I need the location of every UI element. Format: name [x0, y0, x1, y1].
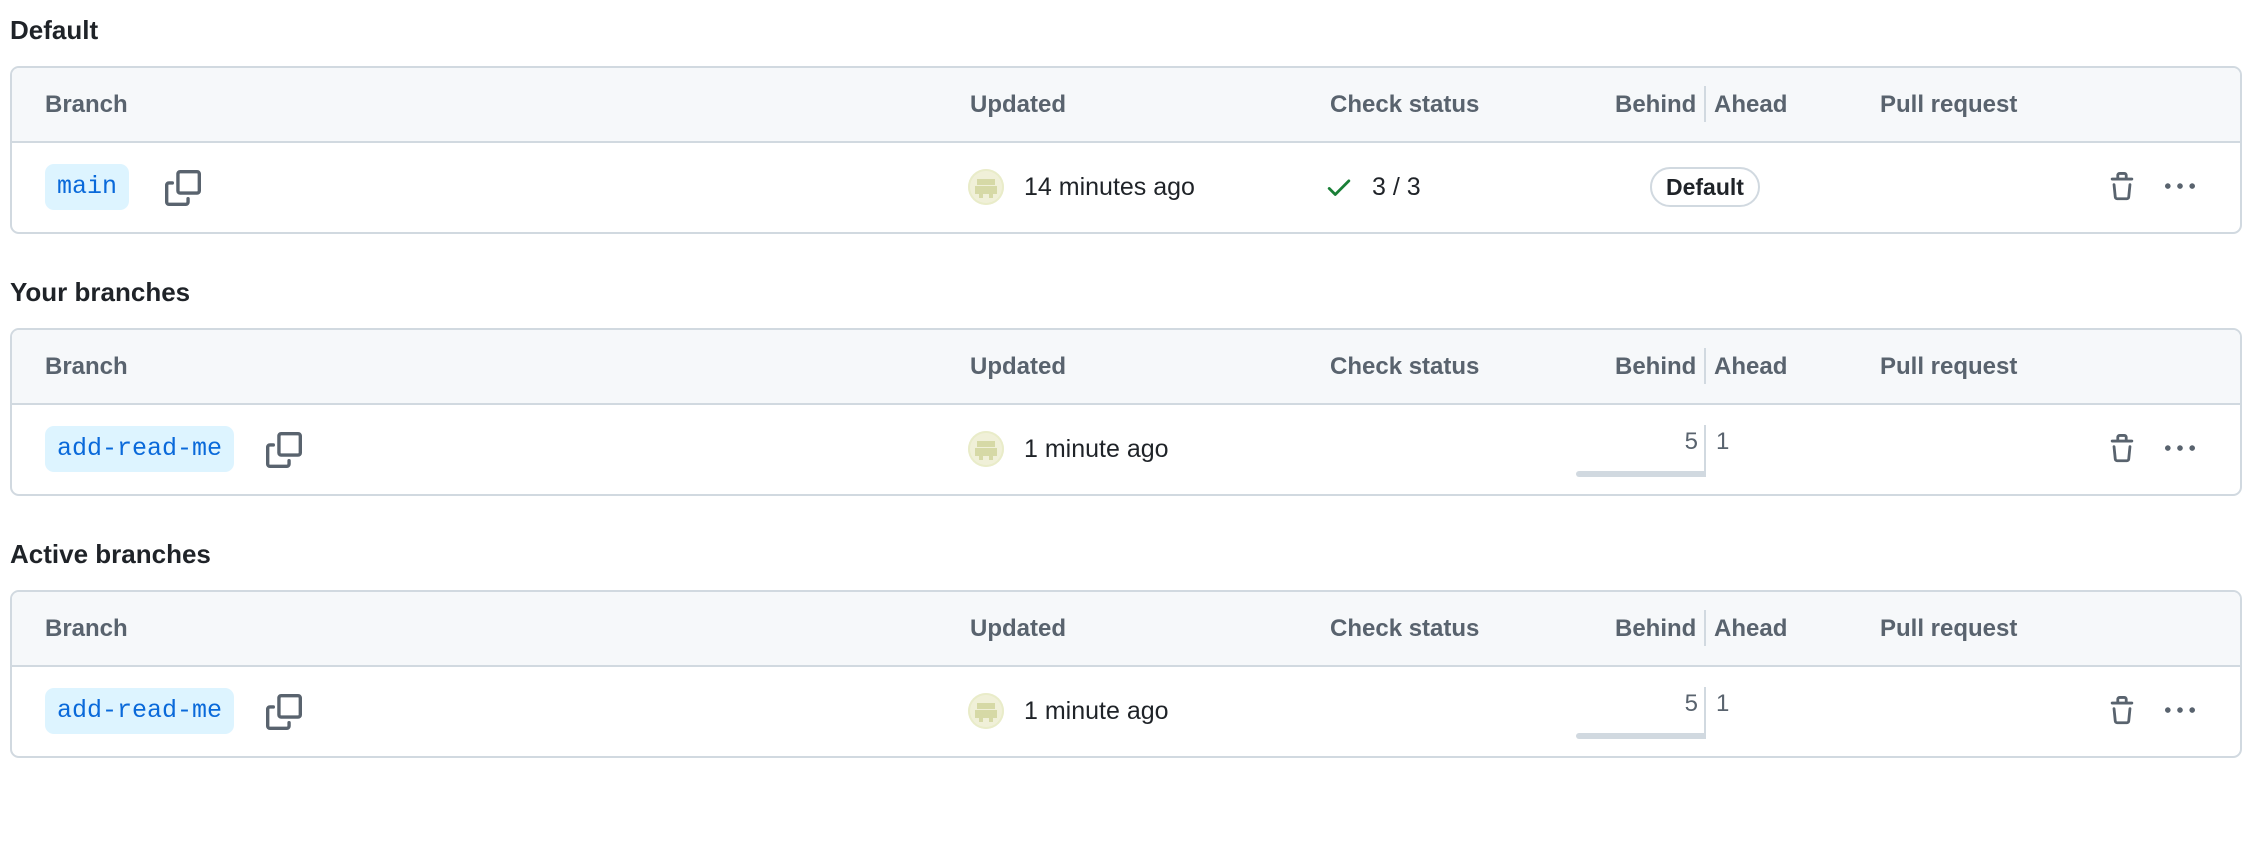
table-row: add-read-me 1 minute ago 5 1 [12, 667, 2240, 756]
branches-table-default: Branch Updated Check status Behind Ahead… [10, 66, 2242, 234]
col-behind: Behind [1615, 615, 1697, 642]
col-ahead: Ahead [1714, 91, 1788, 118]
copy-icon [165, 170, 201, 206]
more-options-button[interactable] [2158, 693, 2202, 729]
behind-ahead-divider [1704, 86, 1706, 122]
table-header: Branch Updated Check status Behind Ahead… [12, 330, 2240, 405]
col-branch: Branch [45, 615, 128, 642]
behind-ahead-divider [1704, 687, 1706, 739]
avatar-image [975, 703, 997, 722]
col-behind: Behind [1615, 91, 1697, 118]
col-pull-request: Pull request [1880, 353, 2018, 380]
more-options-button[interactable] [2158, 169, 2202, 205]
branches-table-active: Branch Updated Check status Behind Ahead… [10, 590, 2242, 758]
delete-branch-button[interactable] [2104, 431, 2140, 467]
updated-time: 1 minute ago [1024, 435, 1169, 463]
col-check-status: Check status [1330, 91, 1480, 118]
trash-icon [2110, 434, 2134, 463]
col-ahead: Ahead [1714, 615, 1788, 642]
kebab-horizontal-icon [2165, 707, 2195, 713]
col-updated: Updated [970, 91, 1066, 118]
copy-icon [266, 432, 302, 468]
behind-ahead-divider [1704, 425, 1706, 477]
more-options-button[interactable] [2158, 431, 2202, 467]
behind-bar [1576, 471, 1704, 477]
behind-count: 5 [1684, 428, 1698, 455]
branch-name-link[interactable]: main [45, 164, 130, 210]
col-pull-request: Pull request [1880, 91, 2018, 118]
table-row: main 14 minutes ago 3 / 3 Default [12, 143, 2240, 232]
section-title-active-branches: Active branches [10, 539, 211, 569]
col-branch: Branch [45, 353, 128, 380]
table-row: add-read-me 1 minute ago 5 1 [12, 405, 2240, 494]
ahead-count: 1 [1716, 428, 1730, 455]
delete-branch-button[interactable] [2104, 693, 2140, 729]
copy-branch-button[interactable] [162, 167, 204, 209]
avatar[interactable] [968, 431, 1004, 467]
branches-page: Default Branch Updated Check status Behi… [0, 0, 2254, 852]
delete-branch-button[interactable] [2104, 169, 2140, 205]
col-pull-request: Pull request [1880, 615, 2018, 642]
avatar-image [975, 179, 997, 198]
avatar[interactable] [968, 693, 1004, 729]
trash-icon [2110, 172, 2134, 201]
updated-time: 1 minute ago [1024, 697, 1169, 725]
updated-time: 14 minutes ago [1024, 173, 1195, 201]
behind-ahead-divider [1704, 610, 1706, 646]
behind-ahead-divider [1704, 348, 1706, 384]
check-status-count[interactable]: 3 / 3 [1372, 143, 1421, 232]
avatar[interactable] [968, 169, 1004, 205]
table-header: Branch Updated Check status Behind Ahead… [12, 68, 2240, 143]
ahead-count: 1 [1716, 690, 1730, 717]
section-title-default: Default [10, 15, 99, 45]
trash-icon [2110, 696, 2134, 725]
col-check-status: Check status [1330, 615, 1480, 642]
behind-bar [1576, 733, 1704, 739]
table-header: Branch Updated Check status Behind Ahead… [12, 592, 2240, 667]
kebab-horizontal-icon [2165, 445, 2195, 451]
copy-icon [266, 694, 302, 730]
branch-name-link[interactable]: add-read-me [45, 688, 235, 734]
default-badge: Default [1650, 167, 1760, 207]
col-branch: Branch [45, 91, 128, 118]
col-updated: Updated [970, 353, 1066, 380]
check-icon [1327, 179, 1351, 196]
copy-branch-button[interactable] [263, 691, 305, 733]
behind-count: 5 [1684, 690, 1698, 717]
avatar-image [975, 441, 997, 460]
branch-name-link[interactable]: add-read-me [45, 426, 235, 472]
branches-table-yours: Branch Updated Check status Behind Ahead… [10, 328, 2242, 496]
col-check-status: Check status [1330, 353, 1480, 380]
col-updated: Updated [970, 615, 1066, 642]
copy-branch-button[interactable] [263, 429, 305, 471]
col-ahead: Ahead [1714, 353, 1788, 380]
section-title-your-branches: Your branches [10, 277, 191, 307]
col-behind: Behind [1615, 353, 1697, 380]
kebab-horizontal-icon [2165, 183, 2195, 189]
